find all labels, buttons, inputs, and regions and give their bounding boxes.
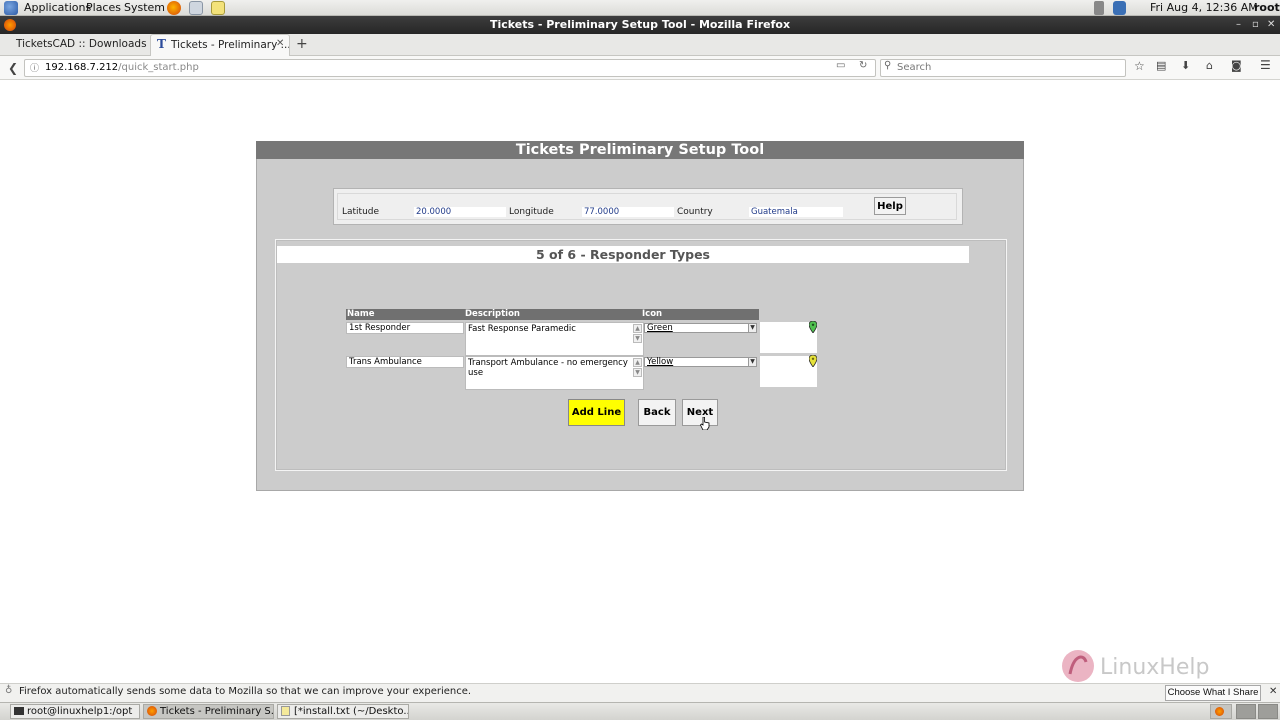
bookmarks-library-icon[interactable]: ▤ [1156,59,1166,72]
hand-cursor-icon [700,417,710,430]
icon-select[interactable]: Green [644,323,757,333]
close-window-icon[interactable]: ✕ [1267,16,1275,34]
home-icon[interactable]: ⌂ [1206,59,1213,72]
gnome-foot-icon[interactable] [4,1,18,15]
maximize-icon[interactable]: ▫ [1252,16,1259,34]
back-button[interactable]: Back [638,399,676,426]
network-icon[interactable] [1113,1,1126,15]
page-title: Tickets Preliminary Setup Tool [256,141,1024,159]
applications-menu[interactable]: Applications [24,1,91,14]
responder-name-input[interactable] [346,322,464,334]
mail-launcher-icon[interactable] [189,1,203,15]
reload-icon[interactable]: ↻ [859,60,867,71]
latitude-label: Latitude [342,207,380,217]
tab-setup-tool[interactable]: Tickets - Preliminary ... [150,34,290,56]
task-firefox[interactable]: Tickets - Preliminary S... [143,704,274,719]
icon-select[interactable]: Yellow [644,357,757,367]
hamburger-menu-icon[interactable]: ☰ [1260,58,1271,72]
linuxhelp-watermark-logo: LinuxHelp [1062,650,1209,682]
tab-label: TicketsCAD :: Downloads [16,38,147,50]
task-label: [*install.txt (~/Deskto... [294,706,409,717]
workspace-3[interactable] [1258,704,1278,719]
latitude-input[interactable] [414,207,506,217]
firefox-window-icon [4,19,16,31]
pin-dot [811,357,815,360]
choose-what-i-share-button[interactable]: Choose What I Share [1165,685,1261,701]
scroll-down-icon[interactable]: ▼ [633,368,642,377]
back-arrow-icon[interactable]: ❮ [3,59,23,77]
pin-shape [809,355,817,367]
task-label: root@linuxhelp1:/opt [27,706,133,717]
minimize-icon[interactable]: – [1236,16,1241,34]
downloads-icon[interactable]: ⬇ [1181,59,1190,72]
task-terminal[interactable]: root@linuxhelp1:/opt [10,704,140,719]
firefox-launcher-icon[interactable] [167,1,181,15]
step-title: 5 of 6 - Responder Types [277,246,969,263]
name-column-header: Name [347,309,375,319]
search-input[interactable]: Search [880,59,1126,77]
chevron-down-icon[interactable]: ▼ [748,324,756,332]
url-host: 192.168.7.212 [45,62,119,73]
responder-name-input[interactable] [346,356,464,368]
help-button[interactable]: Help [874,197,906,215]
icon-select-value: Green [647,323,673,333]
bookmark-star-icon[interactable]: ☆ [1134,59,1145,73]
window-title-bar: Tickets - Preliminary Setup Tool - Mozil… [0,16,1280,34]
pin-dot [811,323,815,326]
reader-view-icon[interactable]: ▭ [836,60,845,71]
system-menu[interactable]: System [124,1,165,14]
text-editor-icon [281,706,290,716]
icon-select-value: Yellow [647,357,674,367]
icon-column-header: Icon [642,309,663,319]
window-title: Tickets - Preliminary Setup Tool - Mozil… [489,18,791,31]
pin-shape [809,321,817,333]
task-text-editor[interactable]: [*install.txt (~/Deskto... [277,704,409,719]
url-bar[interactable]: 192.168.7.212/quick_start.php [24,59,876,77]
workspace-2[interactable] [1236,704,1256,719]
responder-description-input[interactable]: Fast Response Paramedic [465,322,644,356]
map-pin-yellow-icon [809,355,817,367]
scroll-down-icon[interactable]: ▼ [633,334,642,343]
close-notification-icon[interactable]: ✕ [1269,686,1277,697]
firefox-workspace-icon [1215,707,1224,716]
responder-description-input[interactable]: Transport Ambulance - no emergency use [465,356,644,390]
map-pin-green-icon [809,321,817,333]
new-tab-icon[interactable]: + [296,36,308,52]
country-label: Country [677,207,713,217]
lightbulb-icon: ♁ [5,685,13,696]
longitude-label: Longitude [509,207,554,217]
country-input[interactable] [749,207,843,217]
logo-circle [1062,650,1094,682]
scroll-up-icon[interactable]: ▲ [633,324,642,333]
tab-label: Tickets - Preliminary ... [171,39,290,51]
text-editor-launcher-icon[interactable] [211,1,225,15]
pocket-icon[interactable]: ◙ [1231,59,1242,72]
user-menu[interactable]: root [1254,1,1280,14]
terminal-icon [14,707,24,715]
longitude-input[interactable] [582,207,674,217]
volume-icon[interactable] [1094,1,1104,15]
search-placeholder: Search [897,62,932,73]
firefox-task-icon [147,706,157,716]
add-line-button[interactable]: Add Line [568,399,625,426]
places-menu[interactable]: Places [86,1,121,14]
description-column-header: Description [465,309,520,319]
notification-text: Firefox automatically sends some data to… [19,686,472,697]
logo-text: LinuxHelp [1100,655,1209,680]
scroll-up-icon[interactable]: ▲ [633,358,642,367]
tickets-t-icon: T [157,37,166,51]
table-header [346,309,759,320]
cursor-shape [700,417,710,430]
url-path: /quick_start.php [118,62,199,73]
task-label: Tickets - Preliminary S... [160,706,274,717]
info-icon[interactable]: ⓘ [30,61,39,74]
chevron-down-icon[interactable]: ▼ [748,358,756,366]
search-icon: ⚲ [884,60,892,71]
clock[interactable]: Fri Aug 4, 12:36 AM [1150,1,1258,14]
tab-downloads[interactable]: TicketsCAD :: Downloads [2,34,150,56]
close-tab-icon[interactable]: ✕ [276,38,284,49]
